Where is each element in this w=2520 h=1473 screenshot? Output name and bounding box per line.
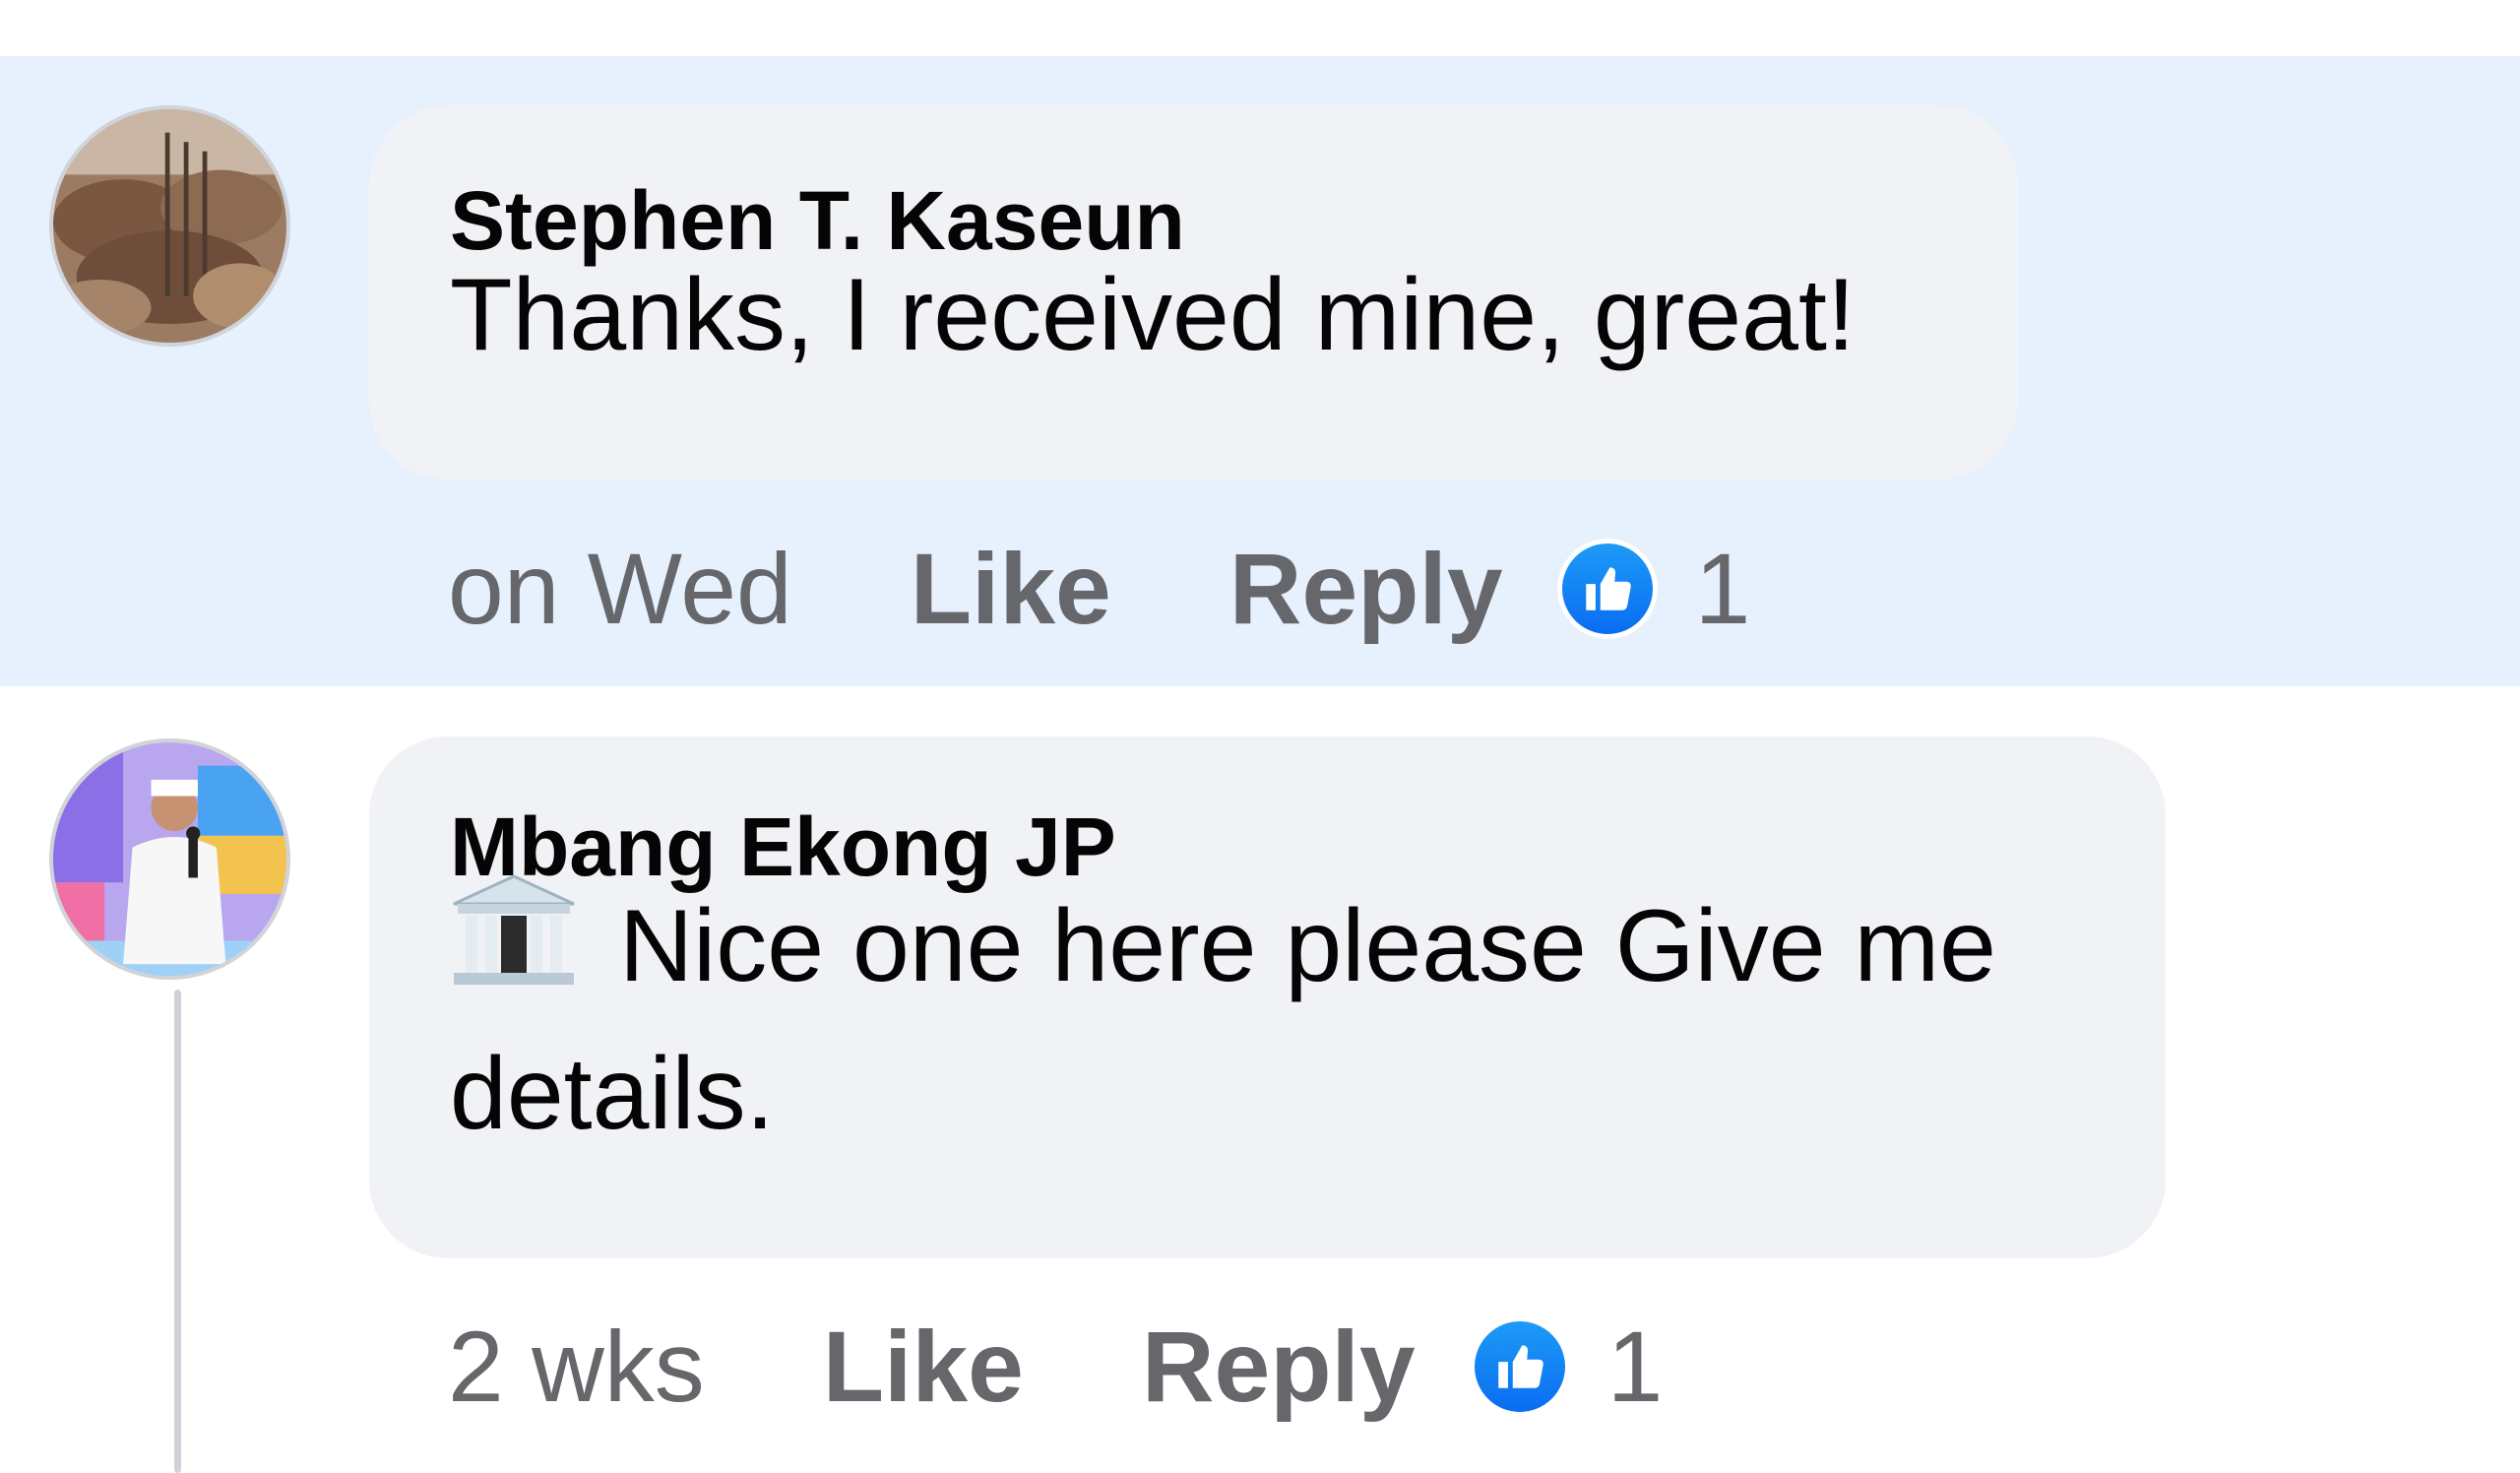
avatar[interactable] — [49, 738, 290, 980]
comment-actions: on Wed Like Reply 1 — [448, 533, 1750, 645]
thumbs-up-icon[interactable] — [1469, 1316, 1570, 1417]
like-button[interactable]: Like — [911, 532, 1111, 647]
reply-button[interactable]: Reply — [1142, 1310, 1416, 1425]
classical-building-icon — [450, 872, 578, 991]
comment-bubble: Stephen T. Kaseun Thanks, I received min… — [369, 105, 2018, 480]
person-with-microphone-avatar — [53, 742, 286, 976]
comment-timestamp[interactable]: on Wed — [448, 532, 792, 647]
comment-text: Nice one here please Give me details. — [450, 872, 1996, 1168]
avatar[interactable] — [49, 105, 290, 347]
comment-item: Mbang Ekong JP Nice one here please Give… — [0, 689, 2520, 1473]
reaction-count[interactable]: 1 — [1695, 532, 1751, 647]
like-button[interactable]: Like — [823, 1310, 1024, 1425]
comment-timestamp[interactable]: 2 wks — [448, 1310, 705, 1425]
reply-button[interactable]: Reply — [1229, 532, 1503, 647]
thumbs-up-icon[interactable] — [1556, 539, 1658, 639]
reaction-count[interactable]: 1 — [1607, 1310, 1664, 1425]
comment-text-line: details. — [450, 1037, 775, 1151]
comment-text-line: Nice one here please Give me — [619, 889, 1996, 1003]
comment-bubble: Mbang Ekong JP Nice one here please Give… — [369, 736, 2166, 1258]
landscape-rocks-avatar — [53, 109, 286, 343]
comment-item: Stephen T. Kaseun Thanks, I received min… — [0, 0, 2520, 689]
comment-text: Thanks, I received mine, great! — [450, 258, 1856, 372]
comment-actions: 2 wks Like Reply 1 — [448, 1311, 1663, 1423]
